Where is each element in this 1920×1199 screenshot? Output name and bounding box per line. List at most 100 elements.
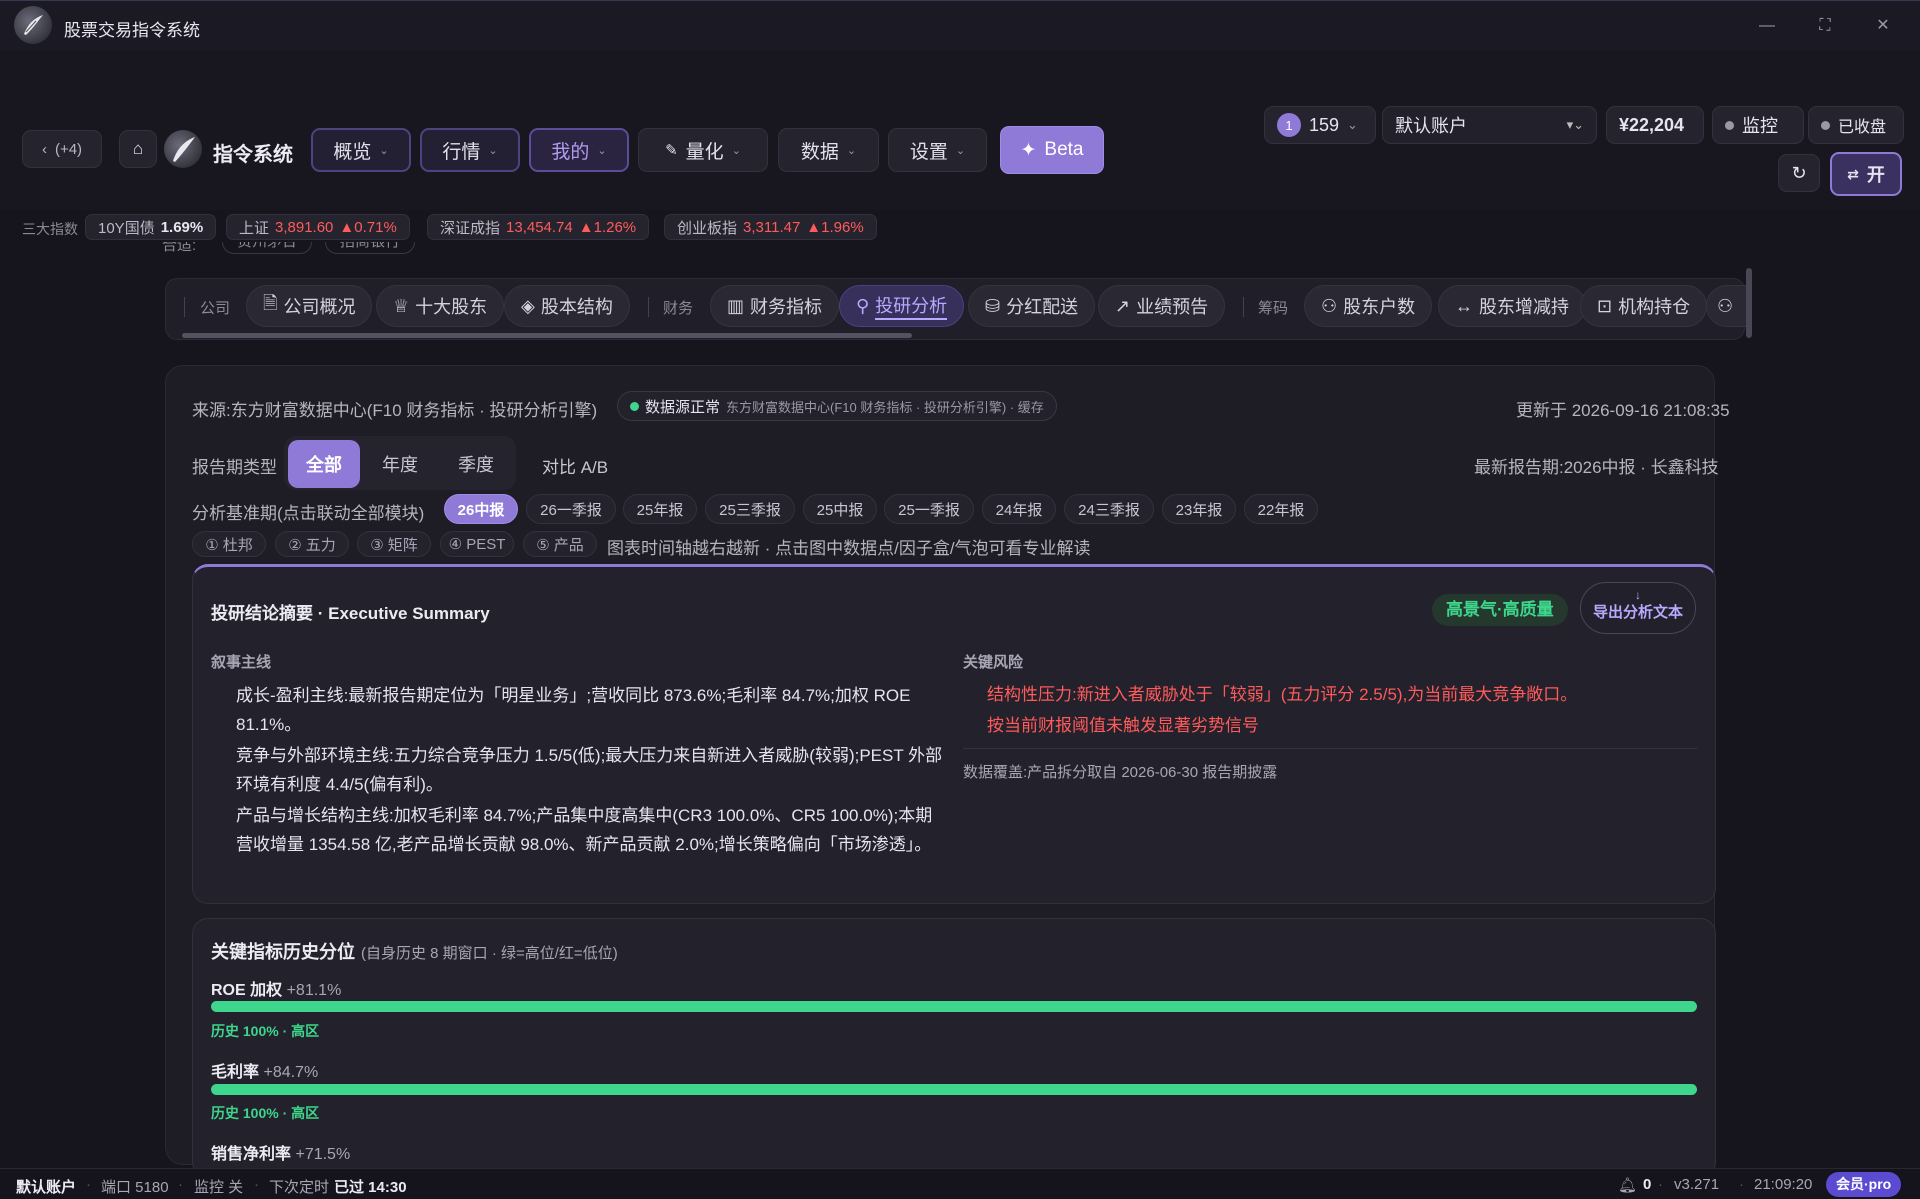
period-chip[interactable]: 25中报 <box>803 494 877 524</box>
tab-holder-changes[interactable]: ↔ 股东增减持 <box>1438 285 1586 327</box>
tab-top-holders[interactable]: ♕ 十大股东 <box>376 285 505 327</box>
history-header: 关键指标历史分位 (自身历史 8 期窗口 · 绿=高位/红=低位) <box>211 938 618 964</box>
back-button[interactable]: ‹ (+4) <box>22 130 102 168</box>
metric-bar[interactable] <box>211 1084 1697 1095</box>
model-chip-dupont[interactable]: ① 杜邦 <box>192 531 266 557</box>
data-coverage: 数据覆盖:产品拆分取自 2026-06-30 报告期披露 <box>963 764 1278 781</box>
status-version: v3.271 <box>1674 1176 1720 1193</box>
page-scrollbar[interactable] <box>1746 268 1752 338</box>
maximize-icon[interactable]: ⛶ <box>1810 13 1840 39</box>
compare-ab-button[interactable]: 对比 A/B <box>542 453 608 478</box>
tab-institution-holdings[interactable]: ⊡ 机构持仓 <box>1580 285 1708 327</box>
nav-quant[interactable]: ✎ 量化 ⌄ <box>638 128 768 172</box>
minimize-icon[interactable]: — <box>1752 13 1782 39</box>
period-chip[interactable]: 25一季报 <box>884 494 974 524</box>
users-icon: ⚇ <box>1321 295 1338 316</box>
app-title: 股票交易指令系统 <box>64 21 200 40</box>
ticker-change: ▲0.71% <box>339 218 397 236</box>
tabs-scrollbar[interactable] <box>182 333 912 338</box>
tab-financial-indicators[interactable]: ▥ 财务指标 <box>710 285 840 327</box>
model-chip-pest[interactable]: ④ PEST <box>440 531 514 557</box>
narrative-item: 产品与增长结构主线:加权毛利率 84.7%;产品集中度高集中(CR3 100.0… <box>236 806 933 854</box>
risk-item: 结构性压力:新进入者威胁处于「较弱」(五力评分 2.5/5),为当前最大竞争敞口… <box>987 685 1578 704</box>
download-icon: ↓ <box>1635 588 1641 602</box>
metric-value: +71.5% <box>295 1146 351 1163</box>
tab-earnings-forecast[interactable]: ↗ 业绩预告 <box>1098 285 1226 327</box>
alerts[interactable]: 🔔︎ 0 <box>1618 1176 1651 1194</box>
period-chip[interactable]: 25三季报 <box>705 494 795 524</box>
status-port: 端口 5180 <box>101 1179 169 1196</box>
member-badge[interactable]: 会员·pro <box>1826 1172 1902 1197</box>
nav-data[interactable]: 数据 ⌄ <box>778 128 879 172</box>
tab-share-structure[interactable]: ◈ 股本结构 <box>504 285 630 327</box>
tab-company-overview[interactable]: 🗎 公司概况 <box>246 285 373 327</box>
ticker-item[interactable]: 10Y国债 1.69% <box>85 214 217 240</box>
updated-time: 更新于 2026-09-16 21:08:35 <box>1516 401 1730 420</box>
tab-dividends[interactable]: ⛁ 分红配送 <box>968 285 1096 327</box>
export-label: 导出分析文本 <box>1592 604 1683 621</box>
close-icon[interactable]: ✕ <box>1868 13 1898 39</box>
model-chip-matrix[interactable]: ③ 矩阵 <box>357 531 431 557</box>
tab-holder-count[interactable]: ⚇ 股东户数 <box>1304 285 1433 327</box>
ticker-item[interactable]: 深证成指 13,454.74 ▲1.26% <box>427 214 650 240</box>
tab-more[interactable]: ⚇ <box>1706 285 1746 327</box>
arrows-icon: ↔ <box>1455 295 1473 316</box>
home-button[interactable]: ⌂ <box>119 130 157 168</box>
user-count-pill[interactable]: 1 159 ⌄ <box>1264 106 1376 144</box>
refresh-button[interactable]: ↻ <box>1778 154 1820 192</box>
chevron-down-icon: ⌄ <box>379 144 389 157</box>
refresh-icon: ↻ <box>1791 162 1807 183</box>
period-chip[interactable]: 24三季报 <box>1064 494 1154 524</box>
nav-market-label: 行情 <box>442 141 481 163</box>
balance: ¥22,204 <box>1606 106 1704 144</box>
scrolled-row-label: 合适: <box>162 242 197 254</box>
status-main: 数据源正常 <box>645 398 721 416</box>
chevron-down-icon: ⌄ <box>955 144 966 157</box>
tab-research-analysis[interactable]: ⚲ 投研分析 <box>839 285 965 327</box>
period-type-quarter[interactable]: 季度 <box>440 440 512 488</box>
brand-name: 指令系统 <box>213 144 293 166</box>
beta-button[interactable]: ✦ Beta <box>1000 126 1104 174</box>
monitor-status-dot <box>1725 120 1734 130</box>
export-button[interactable]: ↓ 导出分析文本 <box>1580 582 1696 634</box>
nav-market[interactable]: 行情 ⌄ <box>420 128 520 172</box>
metric-name: ROE 加权 <box>211 982 283 999</box>
ticker-name: 上证 <box>239 219 270 237</box>
metric-bar[interactable] <box>211 1001 1697 1012</box>
period-chip[interactable]: 25年报 <box>623 494 697 524</box>
period-chip[interactable]: 23年报 <box>1162 494 1236 524</box>
period-chip[interactable]: 22年报 <box>1244 494 1318 524</box>
coins-icon: ⛁ <box>985 295 1001 316</box>
scrolled-row-chip[interactable]: 招商银行 <box>325 242 416 254</box>
nav-settings[interactable]: 设置 ⌄ <box>888 128 987 172</box>
auto-toggle-button[interactable]: ⇄ 开 <box>1830 152 1902 196</box>
latest-period: 最新报告期:2026中报 · 长鑫科技 <box>1474 458 1719 477</box>
account-name: 默认账户 <box>1395 116 1467 136</box>
chevron-down-icon: ⌄ <box>1347 117 1358 132</box>
chevron-left-icon: ‹ <box>41 140 47 158</box>
tab-label: 十大股东 <box>415 297 488 317</box>
quant-icon: ✎ <box>665 142 678 159</box>
narrative-item: 竞争与外部环境主线:五力综合竞争压力 1.5/5(低);最大压力来自新进入者威胁… <box>236 746 943 794</box>
ticker-item[interactable]: 创业板指 3,311.47 ▲1.96% <box>664 214 877 240</box>
bell-icon: 🔔︎ <box>1618 1177 1638 1194</box>
period-chip[interactable]: 26中报 <box>444 494 518 524</box>
document-icon: 🗎 <box>263 293 278 313</box>
nav-mine-label: 我的 <box>551 141 590 163</box>
nav-mine[interactable]: 我的 ⌄ <box>529 128 629 172</box>
tab-label: 股本结构 <box>540 297 613 317</box>
period-chip[interactable]: 24年报 <box>982 494 1056 524</box>
ticker-item[interactable]: 上证 3,891.60 ▲0.71% <box>226 214 410 240</box>
scrolled-row-chip[interactable]: 贵州茅台 <box>222 242 313 254</box>
nav-settings-label: 设置 <box>909 141 948 163</box>
metric-value: +84.7% <box>263 1064 319 1081</box>
period-chip[interactable]: 26一季报 <box>526 494 616 524</box>
model-chip-product[interactable]: ⑤ 产品 <box>523 531 597 557</box>
period-type-annual[interactable]: 年度 <box>364 440 436 488</box>
period-type-all[interactable]: 全部 <box>288 440 360 488</box>
account-select[interactable]: 默认账户 ▾⌄ <box>1382 106 1597 144</box>
monitor-toggle[interactable]: 监控 <box>1712 106 1804 144</box>
model-chip-five-forces[interactable]: ② 五力 <box>275 531 349 557</box>
sync-icon: ⇄ <box>1847 165 1859 182</box>
nav-overview[interactable]: 概览 ⌄ <box>311 128 411 172</box>
